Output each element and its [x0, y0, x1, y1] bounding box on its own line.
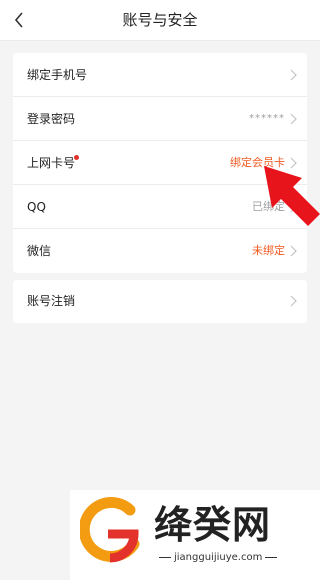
chevron-right-icon — [290, 295, 297, 307]
watermark-name: 绛癸网 — [154, 503, 272, 547]
page-title: 账号与安全 — [122, 11, 198, 29]
login-password-row[interactable]: 登录密码 ****** — [13, 97, 307, 141]
internet-card-label: 上网卡号 — [27, 156, 76, 170]
wechat-status: 未绑定 — [252, 244, 285, 257]
password-mask: ****** — [249, 113, 285, 124]
notification-dot — [74, 155, 79, 160]
chevron-right-icon — [290, 245, 297, 257]
watermark-domain: jiangguijiuye.com — [156, 552, 280, 563]
wechat-row[interactable]: 微信 未绑定 — [13, 229, 307, 273]
watermark: 绛癸网 jiangguijiuye.com — [70, 490, 320, 580]
qq-label: QQ — [27, 200, 46, 214]
chevron-right-icon — [290, 113, 297, 125]
bind-phone-row[interactable]: 绑定手机号 — [13, 53, 307, 97]
account-cancel-label: 账号注销 — [27, 294, 76, 308]
login-password-label: 登录密码 — [27, 112, 76, 126]
top-bar: 账号与安全 — [0, 0, 320, 41]
account-card: 账号注销 — [13, 280, 307, 323]
account-cancel-row[interactable]: 账号注销 — [13, 280, 307, 323]
chevron-right-icon — [290, 69, 297, 81]
watermark-logo — [80, 496, 140, 563]
red-arrow-icon — [264, 166, 320, 226]
bind-phone-label: 绑定手机号 — [27, 68, 88, 82]
wechat-label: 微信 — [27, 244, 52, 258]
